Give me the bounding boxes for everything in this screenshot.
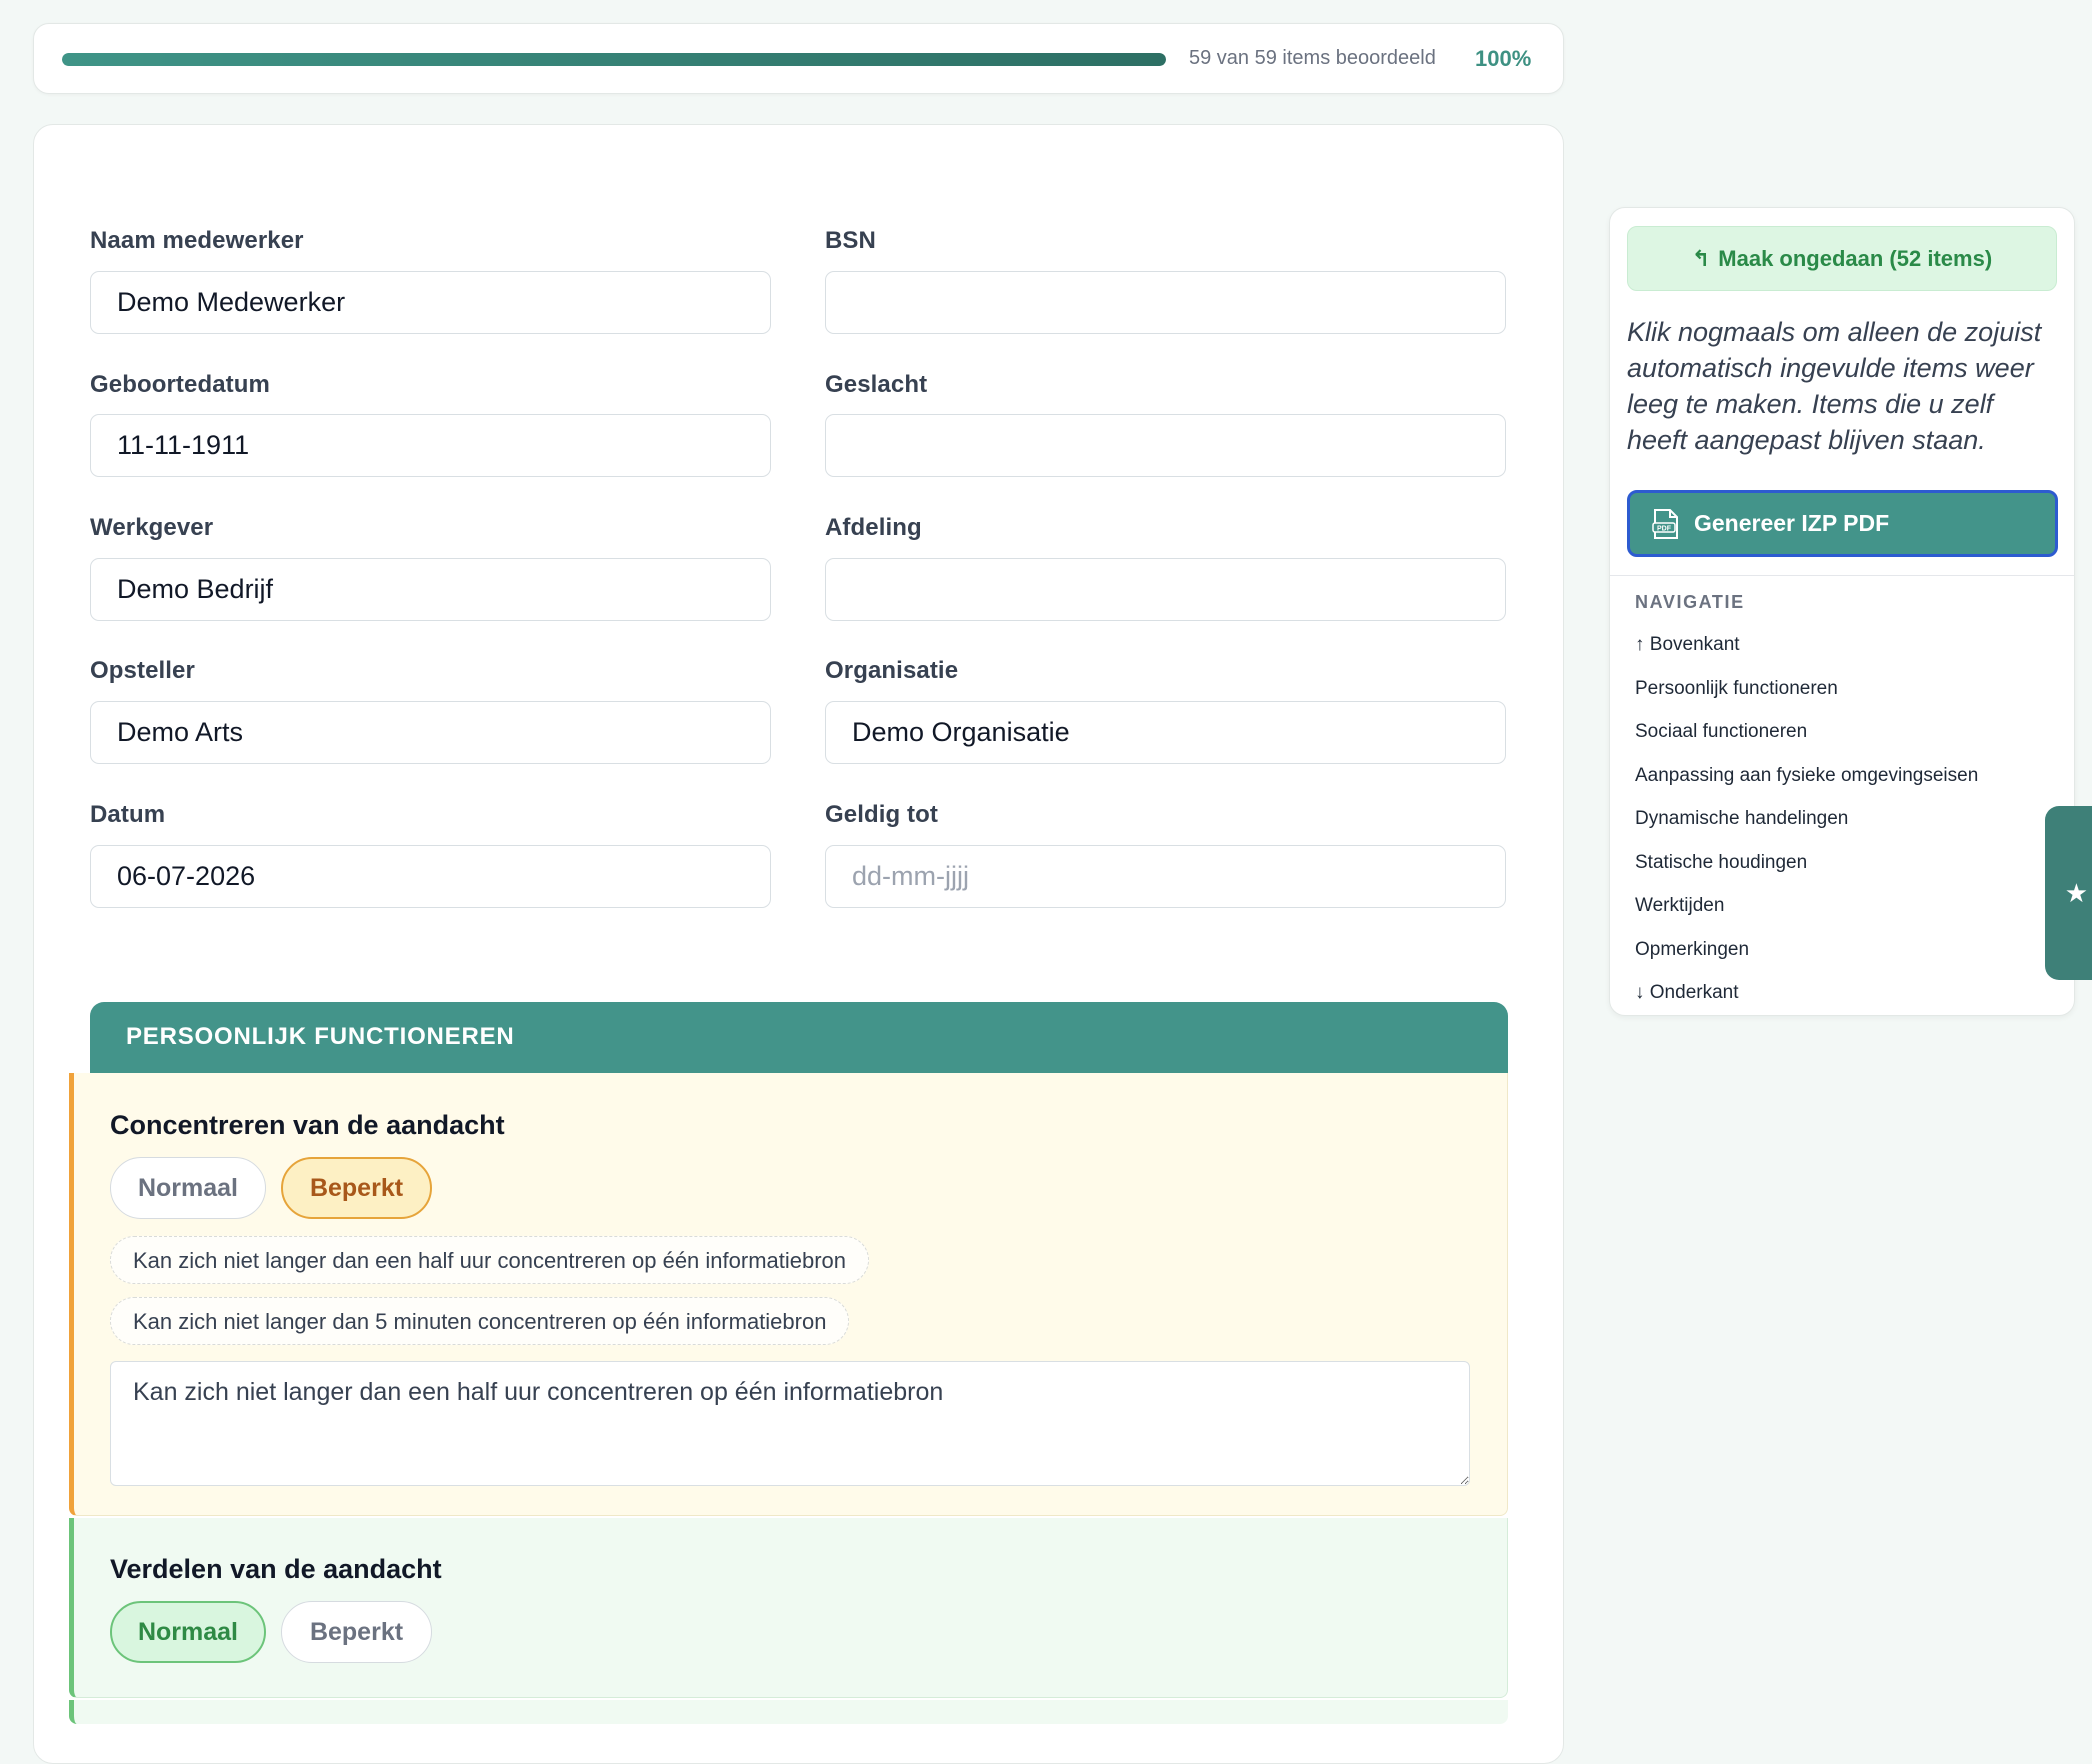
nav-item-fysieke-omgevingseisen[interactable]: Aanpassing aan fysieke omgevingseisen [1635,763,1978,807]
item-title: Verdelen van de aandacht [110,1554,442,1584]
progress-percent: 100% [1475,46,1532,71]
sidebar-divider [1610,575,2074,576]
nav-item-opmerkingen[interactable]: Opmerkingen [1635,937,1978,981]
suggestion-chip[interactable]: Kan zich niet langer dan een half uur co… [110,1236,870,1284]
option-normaal-button[interactable]: Normaal [110,1157,266,1219]
geboortedatum-input[interactable] [90,414,771,477]
geldig-tot-input[interactable] [825,845,1506,908]
geslacht-input[interactable] [825,414,1506,477]
geboortedatum-label: Geboortedatum [90,371,270,398]
generate-pdf-button[interactable]: PDF Genereer IZP PDF [1627,490,2058,557]
suggestion-chip[interactable]: Kan zich niet langer dan 5 minuten conce… [110,1297,850,1345]
progress-card: 59 van 59 items beoordeeld 100% [33,23,1564,94]
datum-label: Datum [90,801,166,828]
opsteller-label: Opsteller [90,657,195,684]
undo-icon: ↰ [1691,245,1711,271]
bsn-input[interactable] [825,271,1506,334]
section-header: PERSOONLIJK FUNCTIONEREN [90,1002,1508,1073]
progress-bar-fill [62,53,1166,66]
item-note-textarea[interactable]: Kan zich niet langer dan een half uur co… [110,1361,1470,1486]
progress-bar [62,53,1166,66]
item-card-next [69,1700,1508,1724]
geldig-tot-label: Geldig tot [825,801,938,828]
option-normaal-button[interactable]: Normaal [110,1601,266,1663]
item-card-verdelen [69,1518,1508,1698]
generate-pdf-label: Genereer IZP PDF [1694,510,1890,536]
nav-item-onderkant[interactable]: ↓ Onderkant [1635,980,1978,1024]
nav-item-statische-houdingen[interactable]: Statische houdingen [1635,850,1978,894]
organisatie-label: Organisatie [825,657,959,684]
werkgever-label: Werkgever [90,514,214,541]
afdeling-input[interactable] [825,558,1506,621]
nav-item-bovenkant[interactable]: ↑ Bovenkant [1635,632,1978,676]
progress-text: 59 van 59 items beoordeeld [1189,47,1436,69]
item-title: Concentreren van de aandacht [110,1110,505,1140]
werkgever-input[interactable] [90,558,771,621]
undo-help-text: Klik nogmaals om alleen de zojuist autom… [1627,317,2042,455]
nav-item-sociaal-functioneren[interactable]: Sociaal functioneren [1635,719,1978,763]
geslacht-label: Geslacht [825,371,928,398]
naam-input[interactable] [90,271,771,334]
opsteller-input[interactable] [90,701,771,764]
bsn-label: BSN [825,227,876,254]
nav-heading: NAVIGATIE [1635,592,1745,612]
nav-item-persoonlijk-functioneren[interactable]: Persoonlijk functioneren [1635,676,1978,720]
naam-label: Naam medewerker [90,227,304,254]
afdeling-label: Afdeling [825,514,922,541]
star-icon: ★ [2064,877,2088,908]
nav-list: ↑ Bovenkant Persoonlijk functioneren Soc… [1635,632,1978,1024]
undo-label: Maak ongedaan (52 items) [1718,245,1993,271]
nav-item-werktijden[interactable]: Werktijden [1635,893,1978,937]
sidebar: ↰ Maak ongedaan (52 items) Klik nogmaals… [1609,207,2075,1016]
pdf-file-icon: PDF [1652,508,1678,539]
side-tab-button[interactable]: ★ [2045,806,2092,980]
svg-text:PDF: PDF [1657,525,1672,532]
undo-button[interactable]: ↰ Maak ongedaan (52 items) [1627,226,2057,291]
datum-input[interactable] [90,845,771,908]
option-beperkt-button[interactable]: Beperkt [281,1157,432,1219]
nav-item-dynamische-handelingen[interactable]: Dynamische handelingen [1635,806,1978,850]
option-beperkt-button[interactable]: Beperkt [281,1601,432,1663]
organisatie-input[interactable] [825,701,1506,764]
